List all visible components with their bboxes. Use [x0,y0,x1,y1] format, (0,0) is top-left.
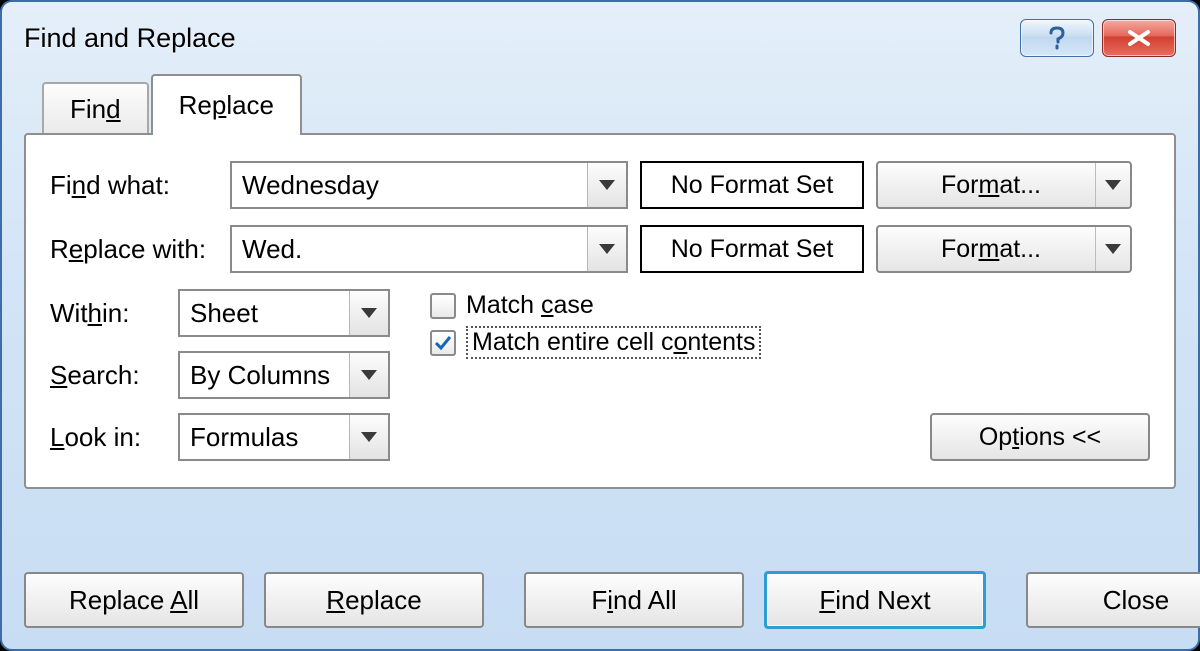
search-value: By Columns [180,360,349,391]
replace-format-button-label: Format... [941,235,1041,264]
find-next-button[interactable]: Find Next [764,571,986,629]
checkmark-icon [434,334,452,352]
help-button[interactable] [1020,19,1094,57]
replace-format-status: No Format Set [640,225,864,273]
tab-find-part1: Fin [70,94,106,124]
dialog-body: Find Replace Find what: Wednesday No For… [24,74,1176,629]
options-button-wrap: Options << [930,413,1150,461]
tab-find-key: d [106,94,120,124]
find-next-label: Find Next [819,585,930,616]
lookin-value: Formulas [180,422,349,453]
match-case-label: Match case [466,291,594,320]
match-case-row[interactable]: Match case [430,291,761,320]
search-dropdown[interactable] [349,353,388,397]
search-row: Search: By Columns [50,351,390,399]
replace-label: Replace [326,585,421,616]
find-format-status: No Format Set [640,161,864,209]
find-what-label: Find what: [50,170,218,201]
options-button-label: Options << [979,423,1101,452]
lower-left: Within: Sheet Search: By Columns [50,289,390,461]
within-dropdown[interactable] [349,291,388,335]
match-entire-row[interactable]: Match entire cell contents [430,326,761,359]
replace-all-button[interactable]: Replace All [24,572,244,628]
within-label: Within: [50,298,166,329]
replace-with-combo[interactable]: Wed. [230,225,628,273]
replace-format-split-arrow[interactable] [1095,227,1130,271]
tabs: Find Replace [42,74,1176,135]
tab-replace-key: p [212,90,226,120]
checkboxes: Match case Match entire cell contents [430,289,761,461]
find-format-button-label: Format... [941,171,1041,200]
lookin-dropdown[interactable] [349,415,388,459]
titlebar: Find and Replace [24,8,1176,68]
chevron-down-icon [599,180,615,190]
match-entire-label: Match entire cell contents [466,326,761,359]
within-value: Sheet [180,298,349,329]
chevron-down-icon [361,432,377,442]
lookin-label: Look in: [50,422,166,453]
tab-replace-part2: lace [226,90,274,120]
replace-all-label: Replace All [69,585,199,616]
title-buttons [1020,19,1176,57]
replace-with-row: Replace with: Wed. No Format Set Format.… [50,225,1150,273]
find-all-button[interactable]: Find All [524,572,744,628]
tab-panel: Find what: Wednesday No Format Set Forma… [24,133,1176,489]
help-icon [1047,26,1067,50]
close-dialog-button[interactable]: Close [1026,572,1200,628]
options-button[interactable]: Options << [930,413,1150,461]
find-format-button[interactable]: Format... [876,161,1132,209]
tab-replace-part1: Re [179,90,212,120]
lookin-combo[interactable]: Formulas [178,413,390,461]
chevron-down-icon [599,244,615,254]
search-combo[interactable]: By Columns [178,351,390,399]
dialog-window: Find and Replace Find Replace [0,0,1200,651]
chevron-down-icon [361,308,377,318]
window-title: Find and Replace [24,23,236,54]
tab-find[interactable]: Find [42,82,149,135]
find-all-label: Find All [591,585,676,616]
replace-with-dropdown[interactable] [587,227,626,271]
footer-buttons: Replace All Replace Find All Find Next C… [24,545,1176,629]
lookin-row: Look in: Formulas [50,413,390,461]
close-label: Close [1103,585,1169,616]
within-row: Within: Sheet [50,289,390,337]
chevron-down-icon [1105,244,1121,254]
find-what-value: Wednesday [232,170,587,201]
replace-with-value: Wed. [232,234,587,265]
chevron-down-icon [1105,180,1121,190]
find-format-split-arrow[interactable] [1095,163,1130,207]
replace-button[interactable]: Replace [264,572,484,628]
match-case-checkbox[interactable] [430,293,456,319]
replace-format-button[interactable]: Format... [876,225,1132,273]
search-label: Search: [50,360,166,391]
match-entire-checkbox[interactable] [430,330,456,356]
find-what-row: Find what: Wednesday No Format Set Forma… [50,161,1150,209]
within-combo[interactable]: Sheet [178,289,390,337]
chevron-down-icon [361,370,377,380]
close-button[interactable] [1102,19,1176,57]
find-what-combo[interactable]: Wednesday [230,161,628,209]
find-what-dropdown[interactable] [587,163,626,207]
replace-with-label: Replace with: [50,234,218,265]
tab-replace[interactable]: Replace [151,74,302,135]
close-icon [1125,29,1153,47]
